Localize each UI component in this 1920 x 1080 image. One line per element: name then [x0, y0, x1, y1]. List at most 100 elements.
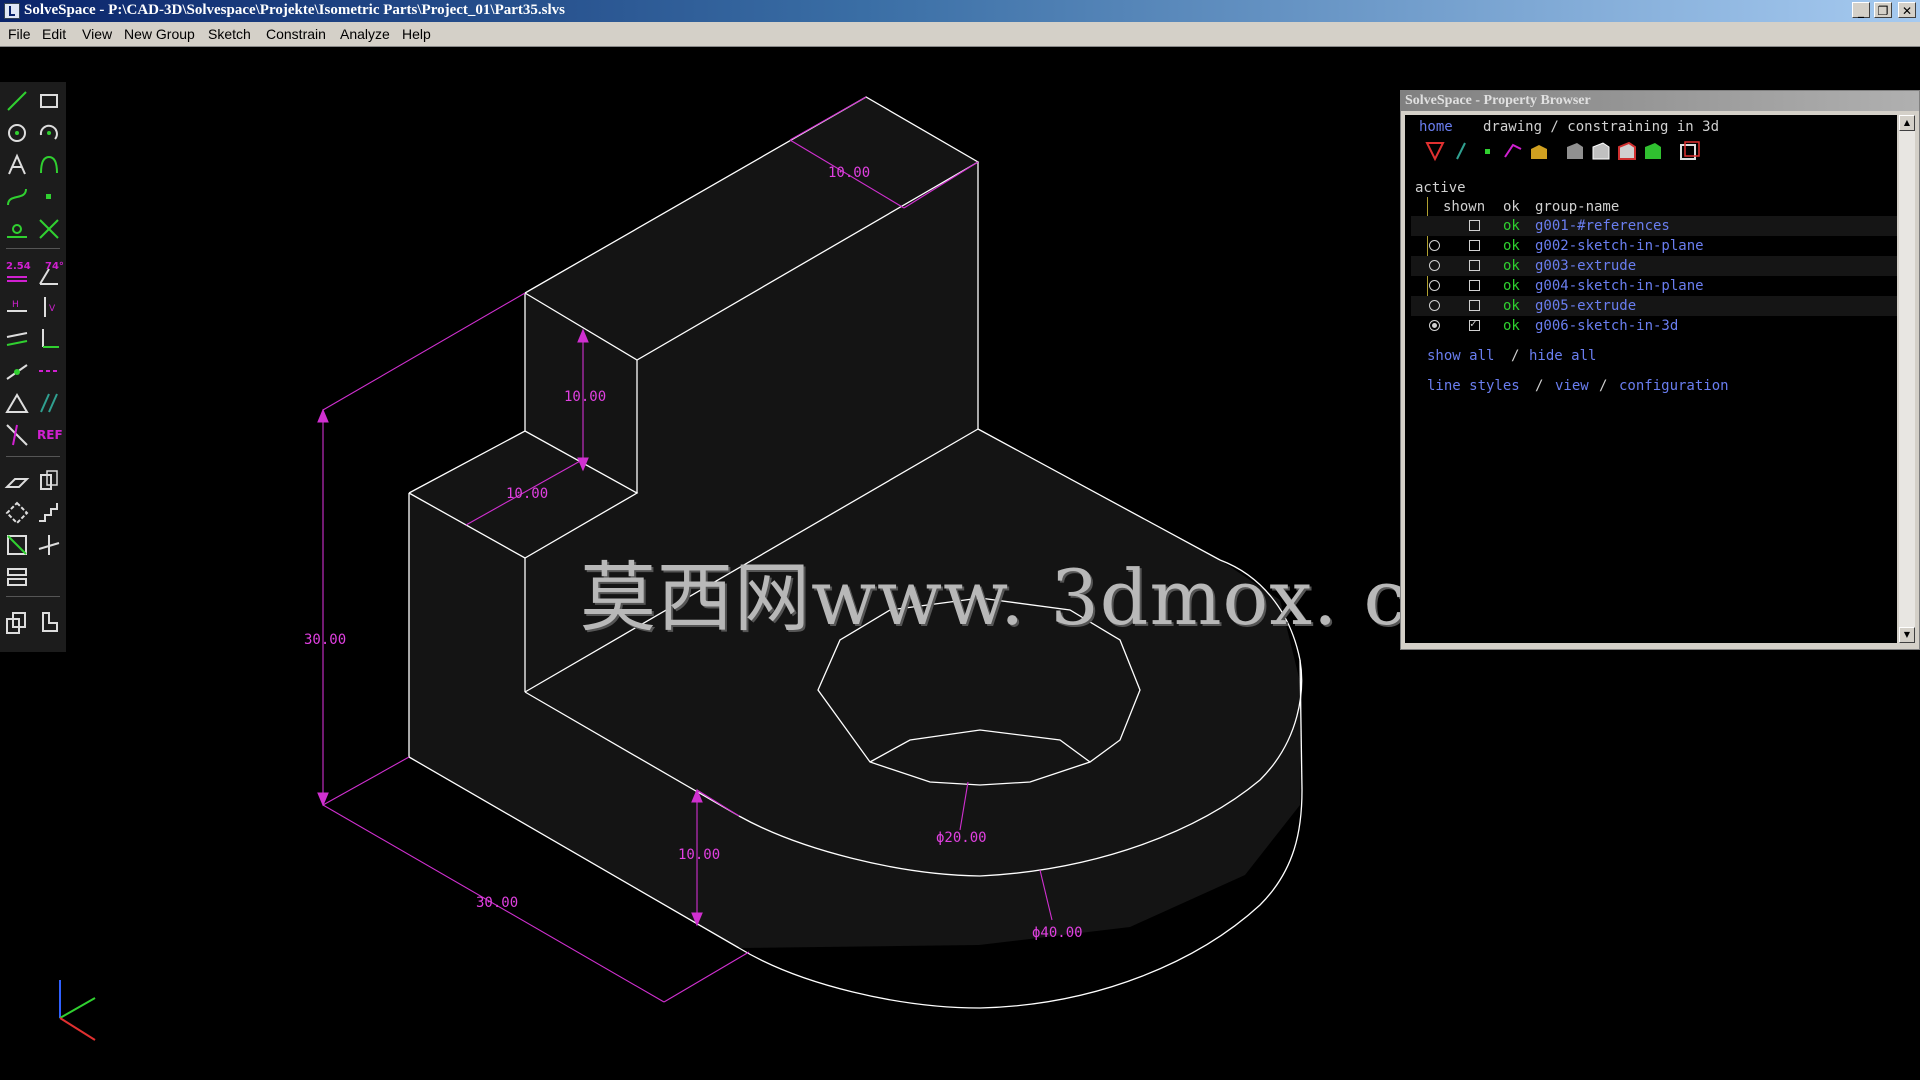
- scroll-down-icon[interactable]: ▼: [1899, 627, 1915, 643]
- group-link-g003[interactable]: g003-extrude: [1535, 258, 1636, 274]
- group-link-g004[interactable]: g004-sketch-in-plane: [1535, 278, 1704, 294]
- property-browser-scrollbar[interactable]: ▲ ▼: [1899, 115, 1915, 643]
- shown-checkbox[interactable]: [1469, 260, 1480, 271]
- assemble-icon[interactable]: [3, 563, 31, 591]
- shown-checkbox[interactable]: [1469, 240, 1480, 251]
- dim-base-width[interactable]: 30.00: [476, 895, 518, 911]
- dim-base-thickness[interactable]: 10.00: [678, 847, 720, 863]
- show-all-link[interactable]: show all: [1427, 348, 1494, 364]
- dim-top-depth[interactable]: 10.00: [828, 165, 870, 181]
- svg-text:V: V: [49, 304, 56, 314]
- show-edges-icon[interactable]: [1589, 139, 1613, 163]
- show-mesh-icon[interactable]: [1641, 139, 1665, 163]
- extrude-icon[interactable]: [35, 467, 63, 495]
- show-outlines-icon[interactable]: [1615, 139, 1639, 163]
- dim-hole-diameter[interactable]: ϕ20.00: [936, 830, 987, 846]
- shown-checkbox[interactable]: [1469, 280, 1480, 291]
- show-workplane-icon[interactable]: [1423, 139, 1447, 163]
- nearest-isometric-icon[interactable]: [3, 421, 31, 449]
- shown-checkbox[interactable]: [1469, 300, 1480, 311]
- group-link-g002[interactable]: g002-sketch-in-plane: [1535, 238, 1704, 254]
- restore-button[interactable]: ❐: [1874, 2, 1892, 18]
- tree-line: [1427, 197, 1428, 301]
- menu-file[interactable]: File: [8, 26, 31, 42]
- active-radio[interactable]: [1429, 280, 1440, 291]
- horizontal-icon[interactable]: H: [3, 293, 31, 321]
- vertical-icon[interactable]: V: [35, 293, 63, 321]
- sketch-in-3d-icon[interactable]: [35, 531, 63, 559]
- menu-sketch[interactable]: Sketch: [208, 26, 251, 42]
- dim-step-depth[interactable]: 10.00: [506, 486, 548, 502]
- import-icon[interactable]: [3, 609, 31, 637]
- menu-help[interactable]: Help: [402, 26, 431, 42]
- menu-new-group[interactable]: New Group: [124, 26, 195, 42]
- point-icon[interactable]: [35, 183, 63, 211]
- active-radio-selected[interactable]: [1429, 320, 1440, 331]
- hide-all-link[interactable]: hide all: [1529, 348, 1596, 364]
- workplane-icon[interactable]: [3, 467, 31, 495]
- line-styles-link[interactable]: line styles: [1427, 378, 1520, 394]
- close-button[interactable]: ✕: [1898, 2, 1916, 18]
- nav-home-link[interactable]: home: [1419, 119, 1453, 135]
- property-browser-title[interactable]: SolveSpace - Property Browser: [1401, 91, 1919, 111]
- construction-icon[interactable]: [3, 215, 31, 243]
- separator-slash: /: [1535, 378, 1544, 394]
- tangent-arc-icon[interactable]: [35, 151, 63, 179]
- symmetric-icon[interactable]: [35, 357, 63, 385]
- show-faces-icon[interactable]: [1527, 139, 1551, 163]
- app-icon[interactable]: [4, 3, 20, 19]
- split-curves-icon[interactable]: [35, 215, 63, 243]
- perpendicular-icon[interactable]: [35, 325, 63, 353]
- group-link-g001[interactable]: g001-#references: [1535, 218, 1670, 234]
- menu-view[interactable]: View: [82, 26, 112, 42]
- angle-icon[interactable]: 74°: [35, 261, 64, 289]
- ok-status: ok: [1503, 258, 1520, 274]
- show-constraints-icon[interactable]: [1501, 139, 1525, 163]
- ref-icon[interactable]: REF: [35, 421, 63, 449]
- shown-checkbox-checked[interactable]: [1469, 317, 1480, 331]
- active-radio[interactable]: [1429, 240, 1440, 251]
- other-supplementary-icon[interactable]: [35, 389, 63, 417]
- angle-label: 74°: [45, 261, 64, 272]
- shown-checkbox[interactable]: [1469, 220, 1480, 231]
- rectangle-icon[interactable]: [35, 87, 63, 115]
- menu-bar: File Edit View New Group Sketch Constrai…: [0, 22, 1920, 47]
- step-rotate-icon[interactable]: [3, 531, 31, 559]
- separator-slash: /: [1599, 378, 1608, 394]
- point-on-line-icon[interactable]: [3, 357, 31, 385]
- dim-upright-height[interactable]: 10.00: [564, 389, 606, 405]
- show-points-icon[interactable]: [1475, 139, 1499, 163]
- svg-text:H: H: [12, 300, 19, 310]
- show-normals-icon[interactable]: [1449, 139, 1473, 163]
- header-group-name: group-name: [1535, 199, 1620, 215]
- group-link-g006[interactable]: g006-sketch-in-3d: [1535, 318, 1678, 334]
- lathe-icon[interactable]: [3, 499, 31, 527]
- equal-icon[interactable]: [3, 389, 31, 417]
- group-link-g005[interactable]: g005-extrude: [1535, 298, 1636, 314]
- ok-status: ok: [1503, 278, 1520, 294]
- active-radio[interactable]: [1429, 300, 1440, 311]
- distance-icon[interactable]: 2.54: [3, 261, 31, 289]
- show-shaded-icon[interactable]: [1563, 139, 1587, 163]
- menu-analyze[interactable]: Analyze: [340, 26, 390, 42]
- active-radio[interactable]: [1429, 260, 1440, 271]
- arc-icon[interactable]: [35, 119, 63, 147]
- minimize-button[interactable]: _: [1852, 2, 1870, 18]
- step-translate-icon[interactable]: [35, 499, 63, 527]
- menu-edit[interactable]: Edit: [42, 26, 66, 42]
- configuration-link[interactable]: configuration: [1619, 378, 1729, 394]
- circle-icon[interactable]: [3, 119, 31, 147]
- line-icon[interactable]: [3, 87, 31, 115]
- row-band: [1411, 256, 1897, 276]
- dim-total-height[interactable]: 30.00: [304, 632, 346, 648]
- parallel-icon[interactable]: [3, 325, 31, 353]
- menu-constrain[interactable]: Constrain: [266, 26, 326, 42]
- dim-outer-diameter[interactable]: ϕ40.00: [1032, 925, 1083, 941]
- text-icon[interactable]: [3, 151, 31, 179]
- show-hidden-lines-icon[interactable]: [1677, 139, 1701, 163]
- workplane-3d-icon[interactable]: [35, 609, 63, 637]
- left-toolbar: 2.54 74° H V REF: [0, 82, 66, 652]
- scroll-up-icon[interactable]: ▲: [1899, 115, 1915, 131]
- cubic-spline-icon[interactable]: [3, 183, 31, 211]
- view-link[interactable]: view: [1555, 378, 1589, 394]
